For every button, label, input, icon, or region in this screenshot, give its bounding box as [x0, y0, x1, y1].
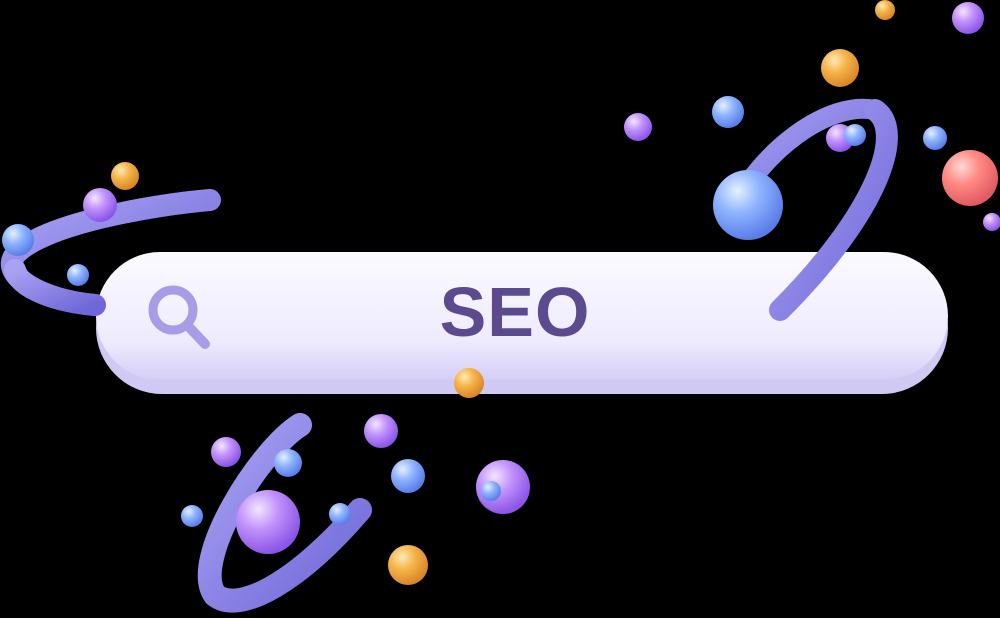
sphere: [388, 545, 428, 585]
sphere: [481, 481, 501, 501]
sphere: [821, 49, 859, 87]
sphere: [67, 264, 89, 286]
sphere: [274, 449, 302, 477]
sphere: [712, 96, 744, 128]
sphere: [942, 150, 998, 206]
sphere: [983, 213, 1000, 231]
sphere: [2, 224, 34, 256]
sphere: [236, 490, 300, 554]
sphere: [181, 505, 203, 527]
sphere: [713, 170, 783, 240]
sphere: [211, 437, 241, 467]
sphere: [454, 368, 484, 398]
sphere: [844, 124, 866, 146]
sphere: [111, 162, 139, 190]
search-query-text: SEO: [439, 273, 591, 351]
seo-illustration: SEO: [0, 0, 1000, 618]
sphere: [364, 414, 398, 448]
sphere: [83, 188, 117, 222]
sphere: [875, 0, 895, 20]
sphere: [624, 113, 652, 141]
sphere: [391, 459, 425, 493]
sphere: [329, 503, 351, 525]
sphere: [923, 126, 947, 150]
sphere: [952, 2, 984, 34]
